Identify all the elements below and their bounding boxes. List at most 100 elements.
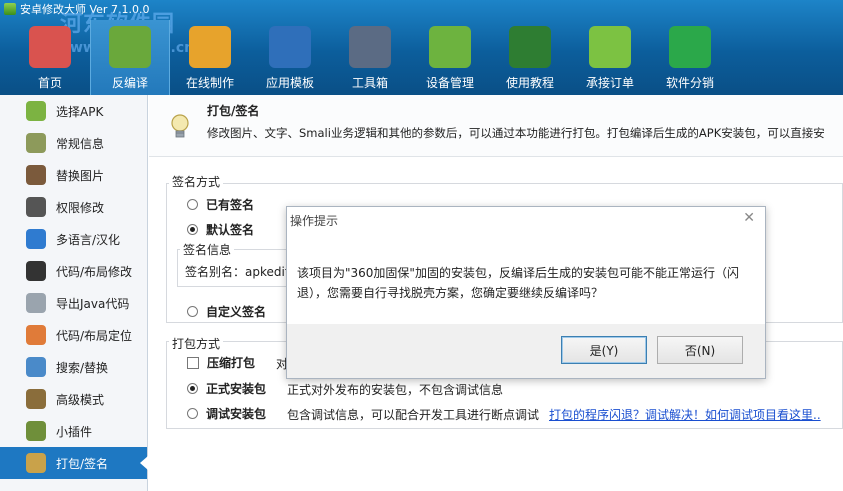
sidebar-item-3[interactable]: 权限修改 <box>0 191 147 223</box>
radio-custom-sign[interactable]: 自定义签名 <box>187 303 266 320</box>
toolbar-item-label: 应用模板 <box>265 76 314 90</box>
sidebar-item-label: 代码/布局定位 <box>56 328 133 343</box>
sign-group-title: 签名方式 <box>169 173 224 190</box>
toolbar-item-label: 设备管理 <box>425 76 474 90</box>
main-nav: 首页 反编译 在线制作 应用模板 工具箱 设备管理 使用教程 承接订单 软件分销 <box>10 20 730 95</box>
dollar-icon <box>669 26 711 68</box>
radio-debug-package[interactable]: 调试安装包 <box>187 405 266 422</box>
sidebar-item-4[interactable]: 多语言/汉化 <box>0 223 147 255</box>
page-description: 修改图片、文字、Smali业务逻辑和其他的参数后，可以通过本功能进行打包。打包编… <box>207 126 825 140</box>
toolbar-item-0[interactable]: 首页 <box>10 20 90 95</box>
blackboard-icon <box>509 26 551 68</box>
checkbox-label: 压缩打包 <box>207 356 256 370</box>
sidebar-item-11[interactable]: 打包/签名 <box>0 447 148 479</box>
globe-icon <box>26 229 46 249</box>
toolbar-item-4[interactable]: 工具箱 <box>330 20 410 95</box>
yes-button[interactable]: 是(Y) <box>561 336 647 364</box>
dialog-footer: 是(Y) 否(N) <box>287 324 765 378</box>
radio-release-package[interactable]: 正式安装包 <box>187 380 266 397</box>
radio-dot-selected[interactable] <box>187 383 198 394</box>
compress-checkbox[interactable]: 压缩打包 <box>187 354 255 371</box>
toolbar-item-3[interactable]: 应用模板 <box>250 20 330 95</box>
toolbar-item-label: 软件分销 <box>665 76 714 90</box>
android-chip-icon <box>109 26 151 68</box>
toolbar-item-label: 在线制作 <box>185 76 234 90</box>
terminal-icon <box>26 261 46 281</box>
sidebar-item-label: 打包/签名 <box>56 456 109 471</box>
sidebar-item-label: 导出Java代码 <box>56 296 130 311</box>
toolbar-item-label: 工具箱 <box>351 76 388 90</box>
sidebar-item-6[interactable]: 导出Java代码 <box>0 287 147 319</box>
house-icon <box>29 26 71 68</box>
sidebar-item-10[interactable]: 小插件 <box>0 415 147 447</box>
location-icon <box>26 325 46 345</box>
sign-alias-text: 签名别名：apkedit <box>185 265 290 279</box>
radar-icon <box>429 26 471 68</box>
sidebar-item-8[interactable]: 搜索/替换 <box>0 351 147 383</box>
toolbar-item-label: 反编译 <box>111 76 148 90</box>
tools-icon <box>26 389 46 409</box>
android-plugin-icon <box>26 421 46 441</box>
confirm-dialog: 操作提示 ✕ 该项目为"360加固保"加固的安装包，反编译后生成的安装包可能不能… <box>286 206 766 379</box>
pack-group-title: 打包方式 <box>169 335 224 352</box>
radio-label: 调试安装包 <box>206 407 267 421</box>
dialog-title: 操作提示 <box>290 214 339 228</box>
sidebar-item-0[interactable]: 选择APK <box>0 95 147 127</box>
toolbar-item-8[interactable]: 软件分销 <box>650 20 730 95</box>
toolbar-item-7[interactable]: 承接订单 <box>570 20 650 95</box>
sidebar-item-label: 权限修改 <box>56 200 105 215</box>
sidebar-item-label: 代码/布局修改 <box>56 264 133 279</box>
sidebar-item-label: 常规信息 <box>56 136 105 151</box>
sidebar-item-label: 高级模式 <box>56 392 105 407</box>
radio-label: 默认签名 <box>206 223 255 237</box>
shopping-bag-icon <box>589 26 631 68</box>
package-icon <box>26 453 46 473</box>
radio-dot[interactable] <box>187 199 198 210</box>
sidebar-item-7[interactable]: 代码/布局定位 <box>0 319 147 351</box>
android-info-icon <box>26 133 46 153</box>
toolbar-item-2[interactable]: 在线制作 <box>170 20 250 95</box>
sidebar-item-label: 搜索/替换 <box>56 360 109 375</box>
sidebar-item-label: 选择APK <box>56 104 104 119</box>
magnifier-icon <box>26 357 46 377</box>
radio-dot[interactable] <box>187 306 198 317</box>
debug-help-link[interactable]: 打包的程序闪退？调试解决！如何调试项目看这里.. <box>549 406 821 423</box>
lightbulb-icon <box>171 114 189 138</box>
checkbox-box[interactable] <box>187 356 199 369</box>
debug-desc: 包含调试信息，可以配合开发工具进行断点调试 <box>287 408 540 422</box>
sidebar-item-label: 替换图片 <box>56 168 105 183</box>
close-icon[interactable]: ✕ <box>743 210 755 226</box>
gear-box-icon <box>349 26 391 68</box>
radio-default-sign[interactable]: 默认签名 <box>187 221 254 238</box>
toolbar-item-label: 承接订单 <box>585 76 634 90</box>
image-icon <box>26 165 46 185</box>
toolbar-item-5[interactable]: 设备管理 <box>410 20 490 95</box>
radio-label: 自定义签名 <box>206 305 267 319</box>
release-desc: 正式对外发布的安装包，不包含调试信息 <box>287 383 504 397</box>
toolbar-item-6[interactable]: 使用教程 <box>490 20 570 95</box>
sign-info-title: 签名信息 <box>180 241 235 258</box>
radio-dot[interactable] <box>187 408 198 419</box>
toolbar-item-1[interactable]: 反编译 <box>90 20 170 95</box>
radio-label: 已有签名 <box>206 198 255 212</box>
app-logo-icon <box>4 3 16 15</box>
sidebar-item-2[interactable]: 替换图片 <box>0 159 147 191</box>
document-icon <box>26 293 46 313</box>
sidebar-item-5[interactable]: 代码/布局修改 <box>0 255 147 287</box>
sidebar-item-label: 多语言/汉化 <box>56 232 121 247</box>
toolbar-item-label: 首页 <box>37 76 62 90</box>
sidebar-item-1[interactable]: 常规信息 <box>0 127 147 159</box>
no-button[interactable]: 否(N) <box>657 336 743 364</box>
radio-label: 正式安装包 <box>206 382 267 396</box>
toolbox-icon <box>189 26 231 68</box>
sidebar-item-9[interactable]: 高级模式 <box>0 383 147 415</box>
top-toolbar: 安卓修改大师 Ver 7.1.0.0 河东软件园 www.pc0359.cn 首… <box>0 0 843 95</box>
radio-dot-selected[interactable] <box>187 224 198 235</box>
radio-existing-sign[interactable]: 已有签名 <box>187 196 254 213</box>
sidebar: 选择APK 常规信息替换图片权限修改多语言/汉化 代码/布局修改 导出Java代码 代码… <box>0 95 148 491</box>
toolbar-item-label: 使用教程 <box>505 76 554 90</box>
lock-icon <box>26 197 46 217</box>
sidebar-item-label: 小插件 <box>56 424 93 439</box>
page-header: 打包/签名 修改图片、文字、Smali业务逻辑和其他的参数后，可以通过本功能进行… <box>149 95 843 157</box>
star-icon <box>269 26 311 68</box>
